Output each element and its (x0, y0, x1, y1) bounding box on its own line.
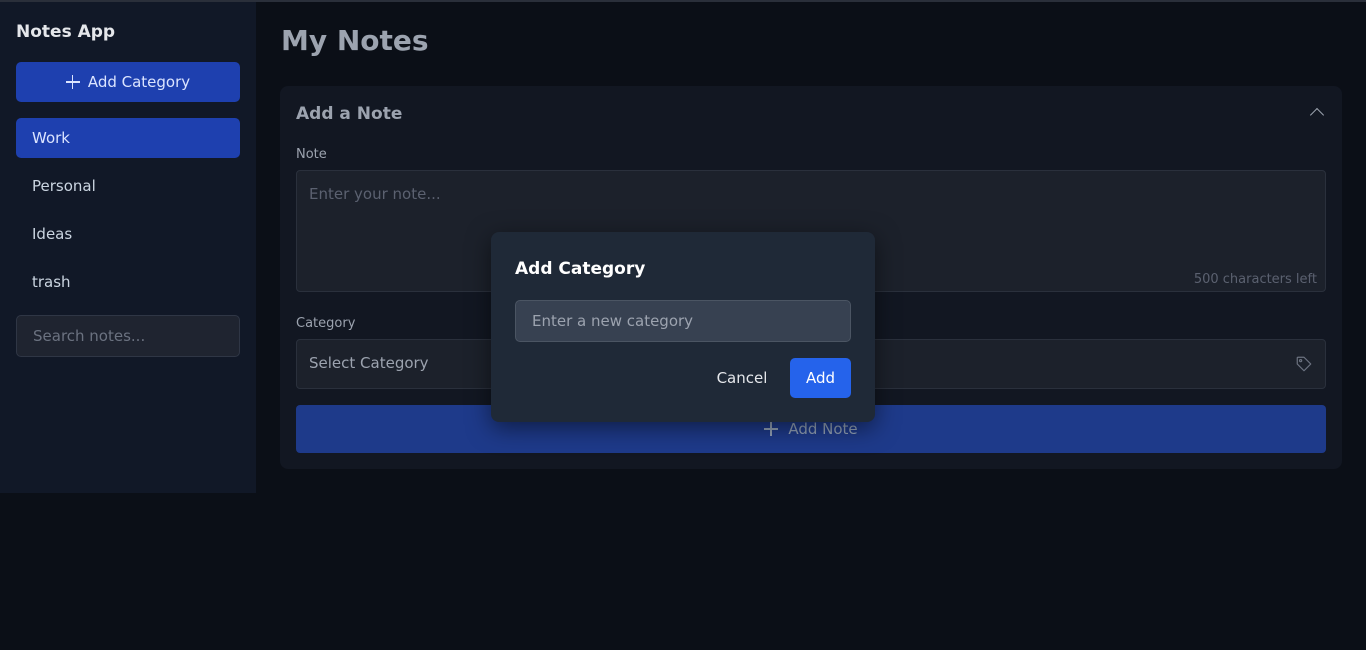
sidebar-item-label: trash (32, 273, 71, 291)
sidebar-item-work[interactable]: Work (16, 118, 240, 158)
modal-title: Add Category (515, 259, 646, 279)
category-select-value: Select Category (309, 354, 429, 372)
search-placeholder: Search notes... (33, 327, 146, 345)
card-title: Add a Note (296, 104, 403, 124)
note-placeholder: Enter your note... (309, 185, 441, 203)
note-label: Note (296, 147, 327, 162)
sidebar-item-ideas[interactable]: Ideas (16, 214, 240, 254)
sidebar-item-label: Ideas (32, 225, 73, 243)
sidebar-item-personal[interactable]: Personal (16, 166, 240, 206)
category-label: Category (296, 316, 356, 331)
page-title: My Notes (281, 24, 429, 57)
app-title: Notes App (16, 22, 116, 42)
app-root: Notes App Add Category Work Personal Ide… (0, 0, 1366, 650)
add-note-label: Add Note (788, 420, 858, 438)
plus-icon (65, 75, 80, 89)
new-category-input[interactable]: Enter a new category (515, 300, 851, 342)
cancel-button[interactable]: Cancel (707, 358, 777, 398)
add-category-label: Add Category (87, 73, 191, 91)
add-category-button[interactable]: Add Category (16, 62, 240, 102)
sidebar-item-label: Personal (32, 177, 96, 195)
new-category-placeholder: Enter a new category (532, 312, 694, 330)
search-input[interactable]: Search notes... (16, 315, 240, 357)
sidebar-item-label: Work (32, 129, 70, 147)
characters-left-counter: 500 characters left (1193, 272, 1317, 287)
chevron-up-icon[interactable] (1309, 107, 1325, 123)
plus-icon (764, 422, 779, 436)
sidebar: Notes App Add Category Work Personal Ide… (0, 2, 256, 493)
sidebar-item-trash[interactable]: trash (16, 262, 240, 302)
category-list: Work Personal Ideas trash (16, 118, 240, 302)
add-category-modal: Add Category Enter a new category Cancel… (491, 232, 875, 422)
add-button[interactable]: Add (790, 358, 851, 398)
tag-icon (1296, 356, 1312, 372)
